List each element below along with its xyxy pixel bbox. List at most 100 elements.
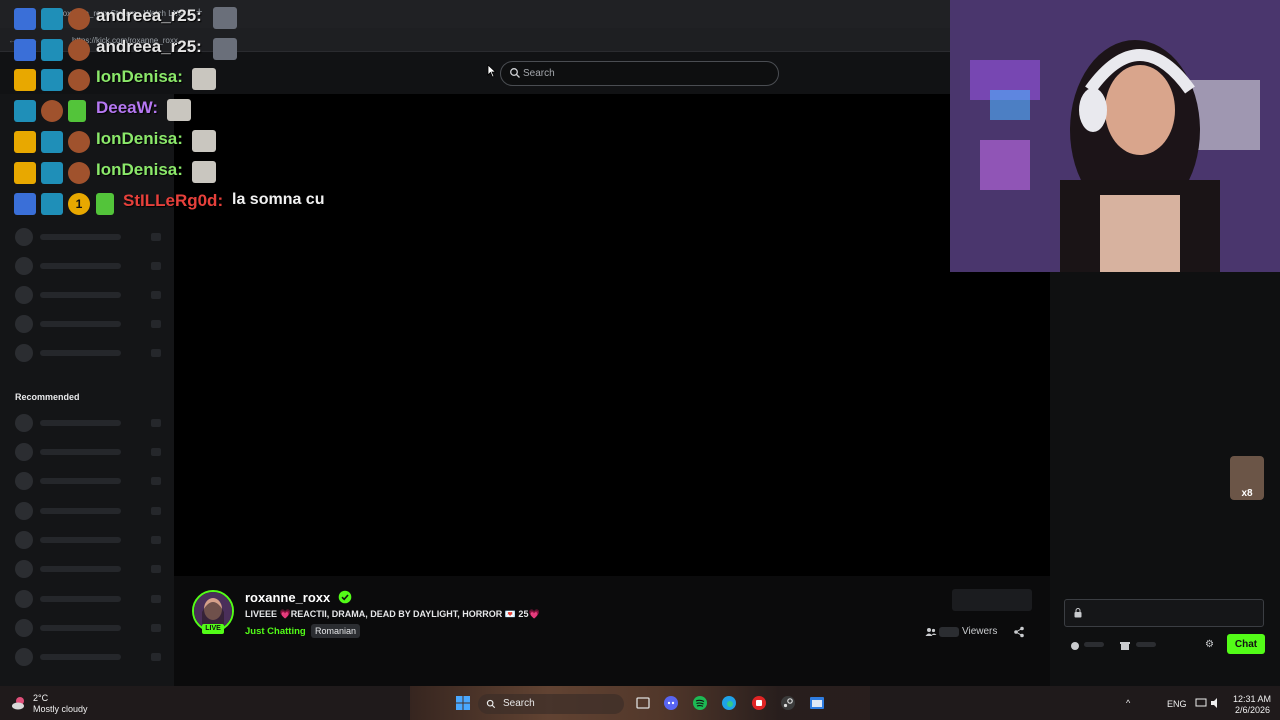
weather-icon[interactable] bbox=[10, 694, 28, 712]
overlay-chat-message: DeeaW: bbox=[0, 97, 360, 125]
sidebar-skeleton-item bbox=[15, 619, 165, 637]
discord-icon[interactable] bbox=[663, 695, 679, 711]
category-link[interactable]: Just Chatting bbox=[245, 626, 306, 637]
taskbar-search-box[interactable] bbox=[478, 694, 624, 714]
overlay-chat-username: andreea_r25: bbox=[96, 37, 202, 56]
sidebar-skeleton-item bbox=[15, 443, 165, 461]
cat-emote-icon bbox=[192, 130, 216, 152]
emote-icon bbox=[213, 38, 237, 60]
task-view-icon[interactable] bbox=[635, 695, 651, 711]
overlay-chat-message: IonDenisa: bbox=[0, 128, 360, 156]
language-tag[interactable]: Romanian bbox=[311, 624, 361, 638]
sub-months-badge: 1 bbox=[68, 193, 90, 215]
crown-badge-icon bbox=[14, 131, 36, 153]
cat-emote-icon bbox=[192, 68, 216, 90]
follow-button-placeholder[interactable] bbox=[952, 589, 1032, 611]
overlay-chat-username: IonDenisa: bbox=[96, 160, 183, 179]
lock-icon bbox=[1074, 608, 1082, 618]
webcam-image bbox=[950, 0, 1280, 272]
volume-icon[interactable] bbox=[1210, 697, 1222, 709]
cat-emote-icon bbox=[167, 99, 191, 121]
sub-badge-icon bbox=[68, 8, 90, 30]
crown-badge-icon bbox=[14, 69, 36, 91]
tray-chevron-icon[interactable]: ^ bbox=[1126, 698, 1130, 708]
overlay-chat-message: IonDenisa: bbox=[0, 159, 360, 187]
sidebar-skeleton-item bbox=[15, 414, 165, 432]
cat-emote-icon bbox=[192, 161, 216, 183]
sidebar-skeleton-item bbox=[15, 286, 165, 304]
viewers-icon bbox=[925, 628, 937, 636]
overlay-chat-text: la somna cu bbox=[232, 191, 325, 208]
app-red-icon[interactable] bbox=[751, 695, 767, 711]
sub-badge-icon bbox=[68, 39, 90, 61]
recommended-heading: Recommended bbox=[15, 392, 80, 402]
gift-badge-icon bbox=[68, 100, 86, 122]
share-icon[interactable] bbox=[1013, 626, 1025, 638]
network-icon[interactable] bbox=[1195, 697, 1207, 709]
weather-temperature: 2°C bbox=[33, 693, 49, 703]
verified-badge-icon bbox=[338, 590, 352, 604]
taskbar-search-label: Search bbox=[503, 698, 535, 709]
og-badge-icon bbox=[41, 39, 63, 61]
og-badge-icon bbox=[14, 100, 36, 122]
points-icon bbox=[1071, 642, 1079, 650]
sidebar-skeleton-item bbox=[15, 648, 165, 666]
spotify-icon[interactable] bbox=[692, 695, 708, 711]
overlay-chat-message: andreea_r25: bbox=[0, 5, 360, 33]
steam-icon[interactable] bbox=[780, 695, 796, 711]
edge-browser-icon[interactable] bbox=[721, 695, 737, 711]
webcam-feed bbox=[950, 0, 1280, 272]
app-window-icon[interactable] bbox=[809, 695, 825, 711]
streamer-name[interactable]: roxanne_roxx bbox=[245, 590, 330, 605]
overlay-chat-username: DeeaW: bbox=[96, 98, 159, 117]
mouse-cursor-icon bbox=[487, 64, 497, 78]
taskbar-search-icon bbox=[486, 699, 496, 709]
sub-badge-icon bbox=[68, 162, 90, 184]
overlay-chat-message: IonDenisa: bbox=[0, 66, 360, 94]
windows-start-icon[interactable] bbox=[455, 695, 471, 711]
og-badge-icon bbox=[41, 131, 63, 153]
live-badge: LIVE bbox=[202, 624, 224, 634]
store-icon bbox=[1120, 642, 1130, 650]
mod-badge-icon bbox=[14, 8, 36, 30]
sub-badge-icon bbox=[41, 100, 63, 122]
weather-description: Mostly cloudy bbox=[33, 704, 88, 714]
chat-points-tool[interactable] bbox=[1070, 638, 1104, 650]
clock-date[interactable]: 2/6/2026 bbox=[1235, 705, 1270, 715]
clock-time[interactable]: 12:31 AM bbox=[1233, 694, 1271, 704]
overlay-chat-username: IonDenisa: bbox=[96, 129, 183, 148]
overlay-chat-message: 1 StILLeRg0d: la somna cu bbox=[0, 190, 360, 218]
sidebar-skeleton-item bbox=[15, 560, 165, 578]
sidebar-skeleton-item bbox=[15, 590, 165, 608]
search-input[interactable] bbox=[523, 65, 763, 82]
search-box[interactable] bbox=[500, 61, 779, 86]
sidebar-skeleton-item bbox=[15, 228, 165, 246]
keyboard-language[interactable]: ENG bbox=[1167, 699, 1187, 709]
search-icon bbox=[510, 68, 520, 78]
viewers-label: Viewers bbox=[962, 626, 998, 637]
crown-badge-icon bbox=[14, 162, 36, 184]
sub-badge-icon bbox=[68, 69, 90, 91]
chat-store-tool[interactable] bbox=[1120, 638, 1156, 650]
chat-settings-gear-icon[interactable]: ⚙ bbox=[1205, 639, 1214, 650]
sidebar-skeleton-item bbox=[15, 315, 165, 333]
overlay-chat-username: andreea_r25: bbox=[96, 6, 202, 25]
overlay-chat-username: IonDenisa: bbox=[96, 67, 183, 86]
og-badge-icon bbox=[41, 69, 63, 91]
overlay-chat-username: StILLeRg0d: bbox=[123, 191, 224, 210]
screen: roxanne_roxx Stream - Watch Live ✕ + ←→ … bbox=[0, 0, 1280, 720]
chat-send-button[interactable]: Chat bbox=[1227, 634, 1265, 654]
gift-badge-icon bbox=[96, 193, 114, 215]
og-badge-icon bbox=[41, 8, 63, 30]
svg-text:x8: x8 bbox=[1241, 488, 1253, 499]
emote-icon bbox=[213, 7, 237, 29]
sidebar-skeleton-item bbox=[15, 344, 165, 362]
stream-title: LIVEEE 💗REACTII, DRAMA, DEAD BY DAYLIGHT… bbox=[245, 609, 540, 619]
chat-emote-popup-icon[interactable]: x8 bbox=[1228, 454, 1266, 502]
sidebar-skeleton-item bbox=[15, 531, 165, 549]
sidebar-skeleton-item bbox=[15, 257, 165, 275]
og-badge-icon bbox=[41, 162, 63, 184]
viewer-count-placeholder bbox=[939, 627, 959, 637]
chat-message-input[interactable] bbox=[1064, 599, 1264, 627]
overlay-chat-message: andreea_r25: bbox=[0, 36, 360, 64]
